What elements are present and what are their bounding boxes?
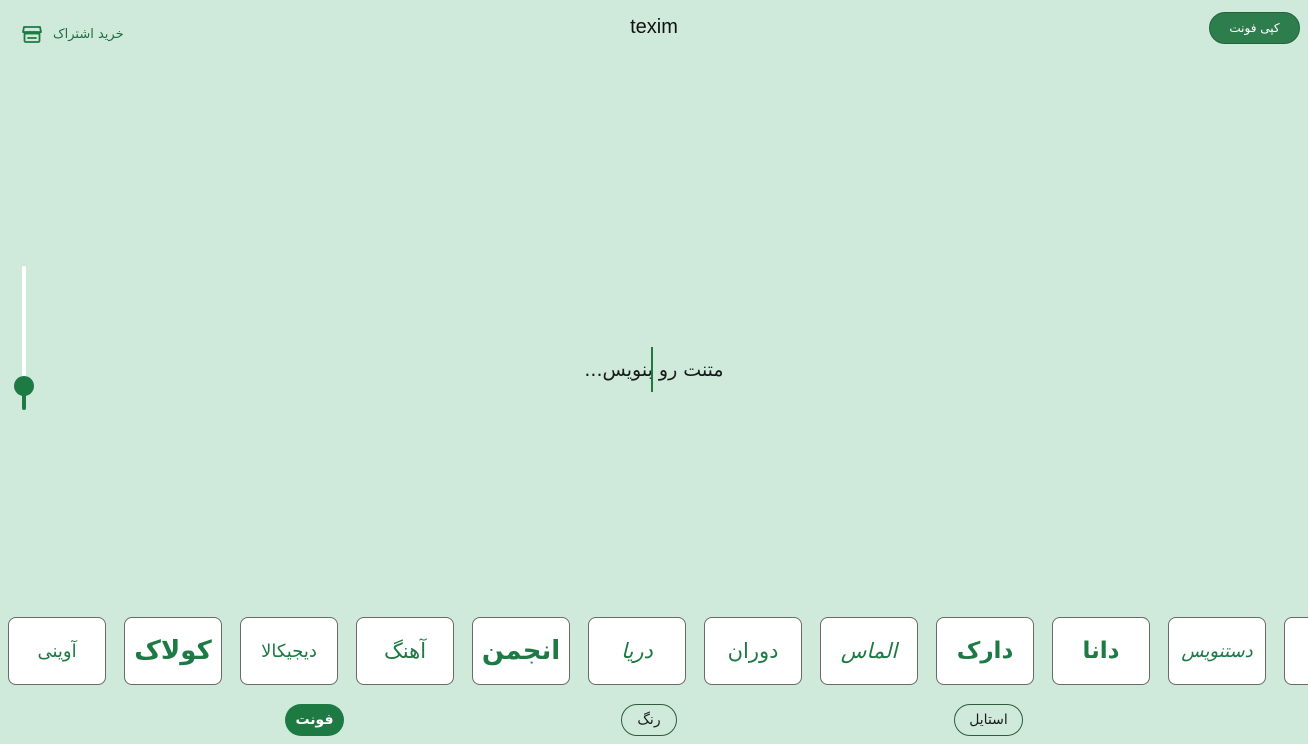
font-size-slider[interactable] (12, 266, 36, 414)
font-card-almas[interactable]: الماس (820, 617, 918, 685)
font-card-anjoman[interactable]: انجمن (472, 617, 570, 685)
app-title: texim (630, 16, 678, 38)
font-card-kolak[interactable]: کولاک (124, 617, 222, 685)
font-card-darya[interactable]: دریا (588, 617, 686, 685)
font-card-dark[interactable]: دارک (936, 617, 1034, 685)
font-card-avini[interactable]: آوینی (8, 617, 106, 685)
editor-placeholder: متنت رو بنویس... (584, 359, 724, 381)
font-card-doran[interactable]: دوران (704, 617, 802, 685)
font-card-ahang[interactable]: آهنگ (356, 617, 454, 685)
font-carousel[interactable]: آوینی کولاک دیجیکالا آهنگ انجمن دریا دور… (0, 617, 1308, 687)
font-card-dastnevis[interactable]: دستنویس (1168, 617, 1266, 685)
copy-font-button[interactable]: کپی فونت (1209, 12, 1300, 44)
tab-style[interactable]: استایل (954, 704, 1023, 736)
tab-color[interactable]: رنگ (621, 704, 677, 736)
font-card-digikala[interactable]: دیجیکالا (240, 617, 338, 685)
tab-font[interactable]: فونت (285, 704, 344, 736)
text-caret (651, 347, 653, 392)
slider-thumb[interactable] (14, 376, 34, 396)
text-editor[interactable]: متنت رو بنویس... (354, 346, 954, 394)
font-card-dana[interactable]: دانا (1052, 617, 1150, 685)
font-card-partial[interactable] (1284, 617, 1308, 685)
